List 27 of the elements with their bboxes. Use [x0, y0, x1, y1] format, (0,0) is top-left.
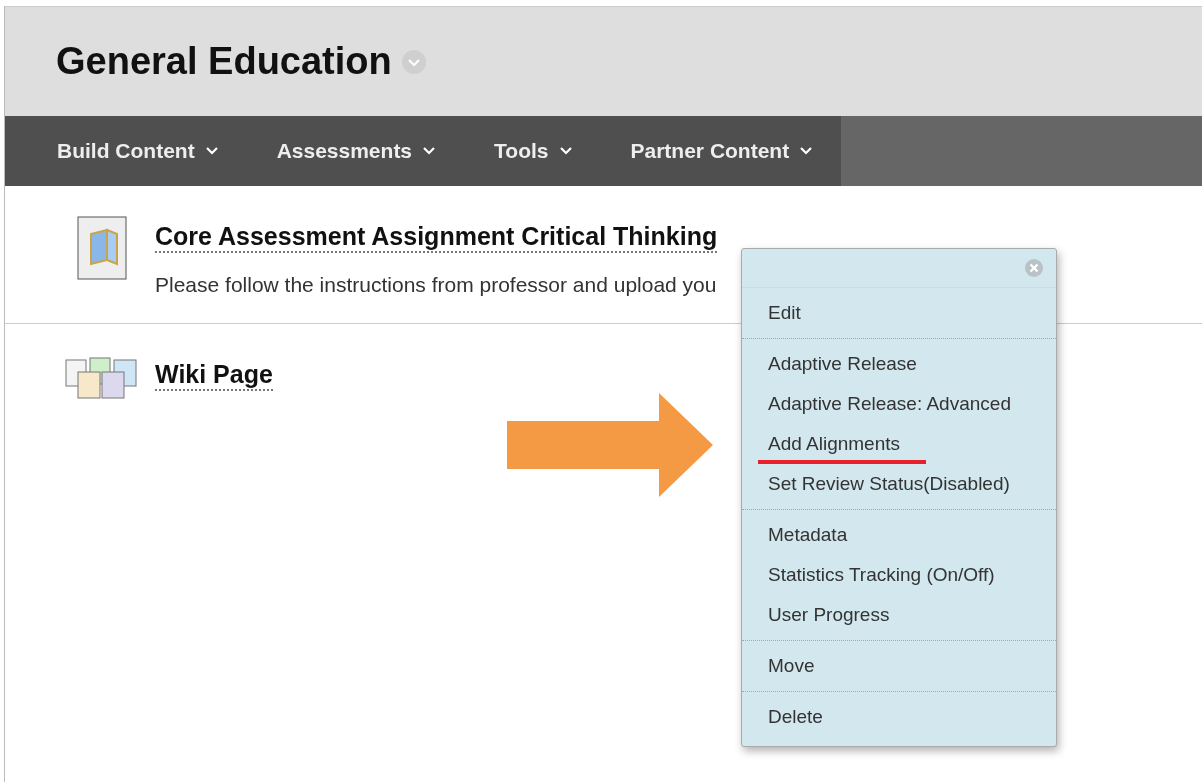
menu-item[interactable]: Set Review Status(Disabled) [768, 473, 1010, 495]
menu-item[interactable]: Delete [768, 706, 823, 728]
item-title-link[interactable]: Wiki Page [155, 360, 273, 391]
pages-icon [64, 354, 140, 400]
item-title-link[interactable]: Core Assessment Assignment Critical Thinking [155, 222, 718, 253]
dropdown-icon[interactable] [401, 49, 426, 74]
document-icon [77, 216, 127, 280]
menu-item[interactable]: Metadata [768, 524, 848, 546]
menu-item[interactable]: User Progress [768, 604, 890, 626]
menu-item[interactable]: Move [768, 655, 815, 677]
menu-item[interactable]: Edit [768, 302, 801, 324]
chevron-down-icon [422, 146, 437, 156]
nav-menu-button[interactable]: Build Content [5, 116, 247, 186]
item-description: Please follow the instructions from professor and upload you [155, 273, 717, 297]
nav-menu-button[interactable]: Tools [464, 116, 601, 186]
arrow-icon [507, 393, 713, 497]
close-icon[interactable] [1024, 258, 1044, 278]
nav-menu-button[interactable]: Assessments [246, 116, 465, 186]
chevron-down-icon [558, 146, 573, 156]
chevron-down-icon [204, 146, 219, 156]
chevron-down-icon [799, 146, 814, 156]
menu-item[interactable]: Add Alignments [768, 433, 901, 455]
menu-item[interactable]: Adaptive Release [768, 353, 917, 375]
menu-item[interactable]: Adaptive Release: Advanced [768, 393, 1011, 415]
nav-menu-button[interactable]: Partner Content [600, 116, 842, 186]
menu-item[interactable]: Statistics Tracking (On/Off) [768, 564, 995, 586]
page-title: General Education [56, 40, 392, 83]
